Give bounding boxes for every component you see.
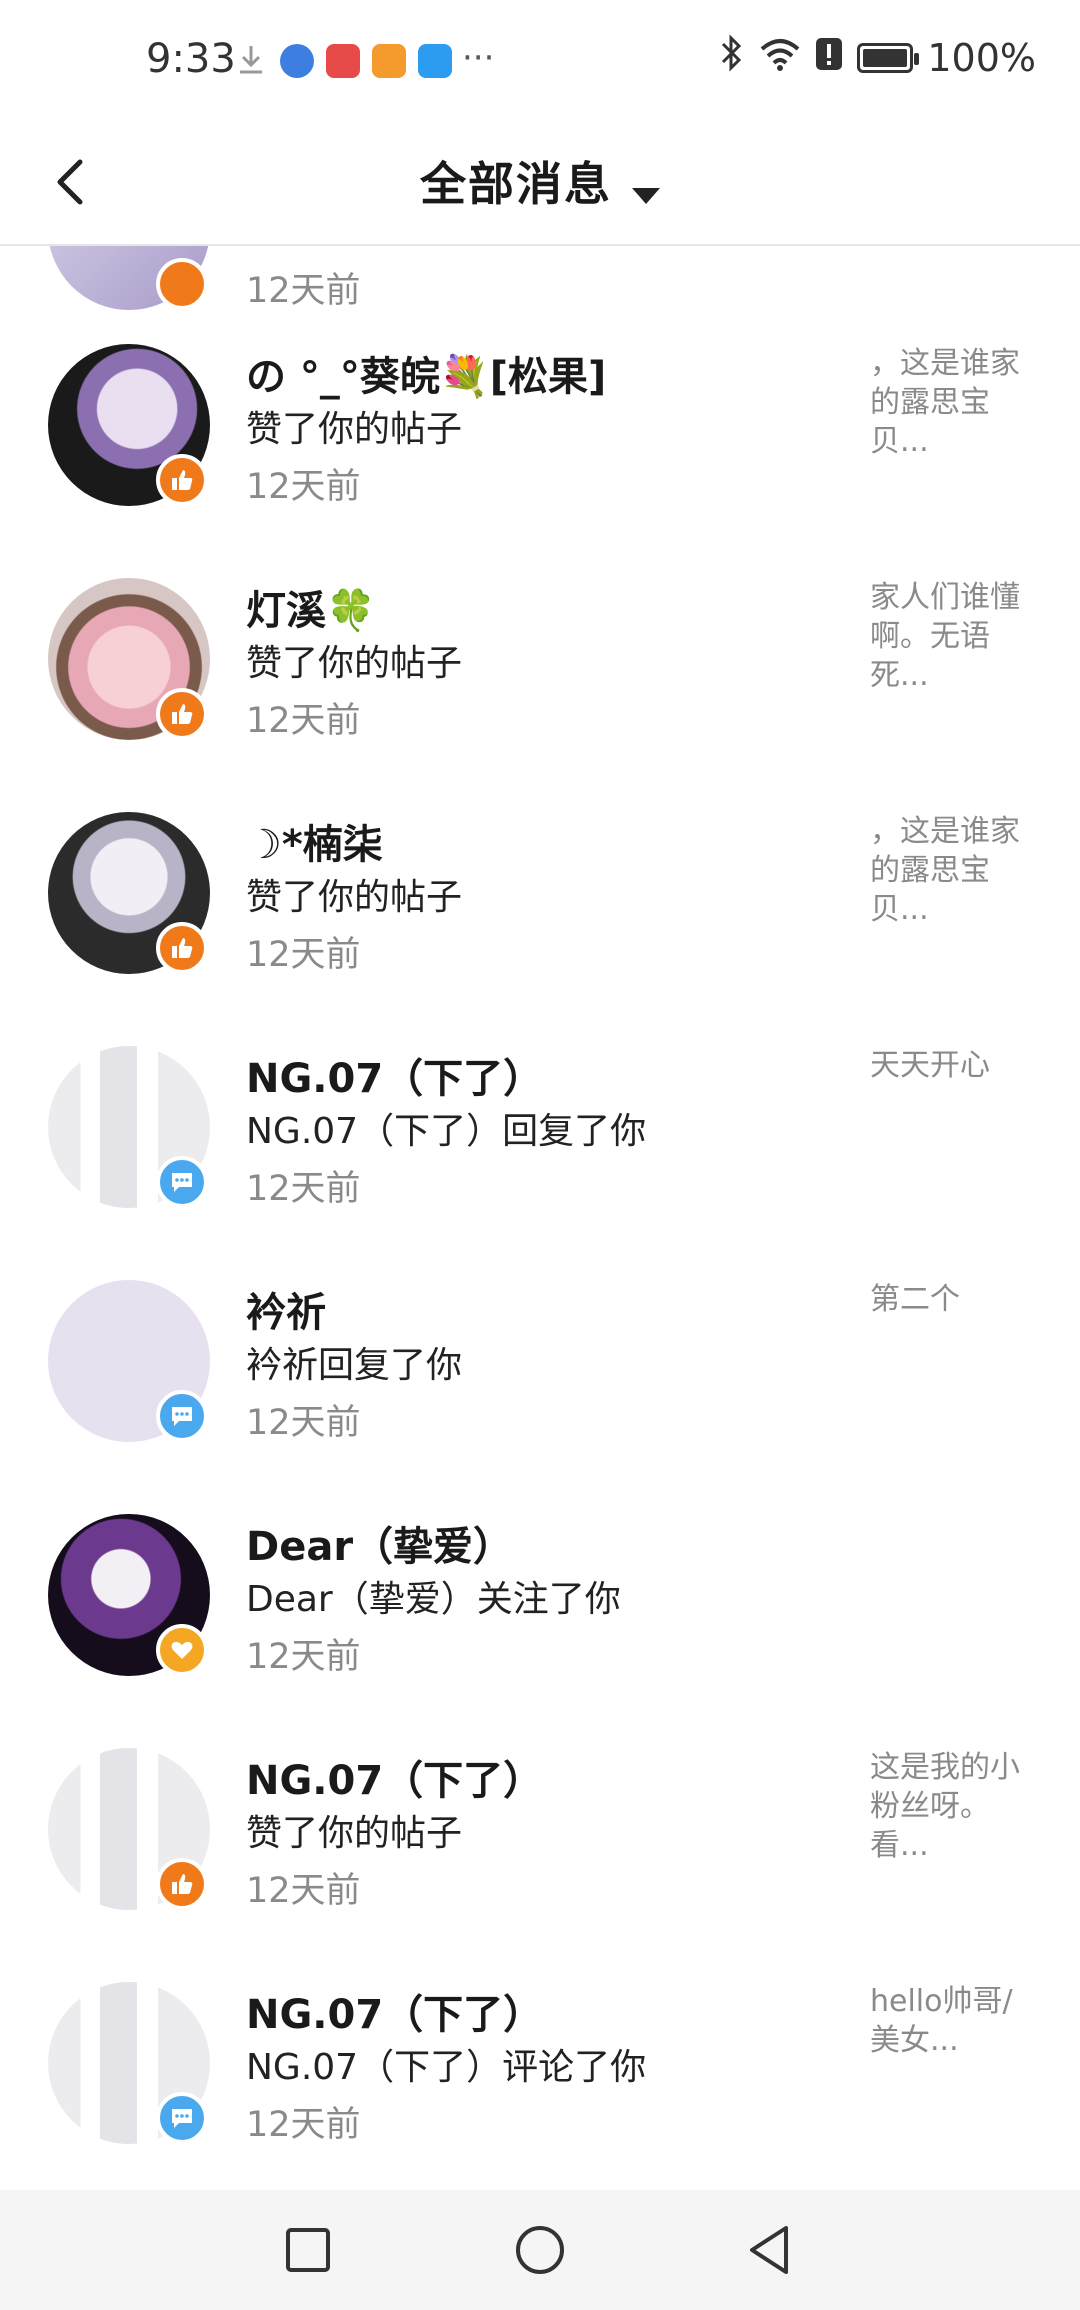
list-item[interactable]: 灯溪🍀 赞了你的帖子 12天前 家人们谁懂啊。无语死... <box>0 578 1080 812</box>
message-list[interactable]: 12天前 の °_°葵皖💐[松果] 赞了你的帖子 12天前 ，这是谁家的露思宝贝… <box>0 246 1080 2190</box>
sender-name: ☽*楠柒 <box>246 822 383 868</box>
list-item[interactable]: 衿祈 衿祈回复了你 12天前 第二个 <box>0 1280 1080 1514</box>
top-bar: 全部消息 <box>0 120 1080 246</box>
home-button[interactable] <box>510 2220 570 2280</box>
message-action: 赞了你的帖子 <box>246 643 463 684</box>
battery-icon <box>857 42 920 73</box>
message-action: 赞了你的帖子 <box>246 409 463 450</box>
alert-icon <box>815 36 843 80</box>
back-nav-button[interactable] <box>742 2220 802 2280</box>
sender-name: NG.07（下了） <box>246 1758 544 1804</box>
list-item[interactable]: の °_°葵皖💐[松果] 赞了你的帖子 12天前 ，这是谁家的露思宝贝... <box>0 344 1080 578</box>
circle-icon <box>510 2226 570 2284</box>
post-snippet: ，这是谁家的露思宝贝... <box>870 814 1020 927</box>
sender-name: Dear（挚爱） <box>246 1524 514 1570</box>
message-time: 12天前 <box>246 1637 361 1677</box>
list-item[interactable]: NG.07（下了） NG.07（下了）回复了你 12天前 天天开心 <box>0 1046 1080 1280</box>
sender-name: の °_°葵皖💐[松果] <box>246 354 607 400</box>
status-bar: 9:33 ··· 100% <box>0 0 1080 120</box>
notification-icons <box>234 42 452 80</box>
search-app-icon <box>418 44 452 78</box>
message-action: 赞了你的帖子 <box>246 1813 463 1854</box>
post-snippet: ，这是谁家的露思宝贝... <box>870 346 1020 459</box>
like-badge-icon <box>156 258 208 310</box>
more-notifications-icon: ··· <box>462 38 495 78</box>
message-action: 衿祈回复了你 <box>246 1345 463 1386</box>
like-badge-icon <box>156 922 208 974</box>
sender-name: 衿祈 <box>246 1290 326 1336</box>
browser-icon <box>280 44 314 78</box>
message-action: 赞了你的帖子 <box>246 877 463 918</box>
message-time: 12天前 <box>246 1403 361 1443</box>
download-icon <box>234 42 268 80</box>
bluetooth-icon <box>719 34 745 81</box>
post-snippet: hello帅哥/美女... <box>870 1984 1013 2058</box>
sender-name: 灯溪🍀 <box>246 588 376 634</box>
like-badge-icon <box>156 454 208 506</box>
message-time: 12天前 <box>246 1871 361 1911</box>
dropdown-caret-icon <box>632 187 660 204</box>
post-snippet: 天天开心 <box>870 1048 990 1083</box>
system-status: 100% <box>719 34 1036 81</box>
message-time: 12天前 <box>246 701 361 741</box>
like-badge-icon <box>156 688 208 740</box>
comment-badge-icon <box>156 1390 208 1442</box>
message-action: NG.07（下了）评论了你 <box>246 2047 647 2088</box>
comment-badge-icon <box>156 1156 208 1208</box>
message-time: 12天前 <box>246 935 361 975</box>
video-app-icon <box>372 44 406 78</box>
comment-badge-icon <box>156 2092 208 2144</box>
message-action: NG.07（下了）回复了你 <box>246 1111 647 1152</box>
list-item[interactable]: NG.07（下了） NG.07（下了）评论了你 12天前 hello帅哥/美女.… <box>0 1982 1080 2190</box>
message-time: 12天前 <box>246 1169 361 1209</box>
like-badge-icon <box>156 1858 208 1910</box>
message-time: 12天前 <box>246 271 361 311</box>
triangle-back-icon <box>742 2226 802 2284</box>
list-item[interactable]: NG.07（下了） 赞了你的帖子 12天前 这是我的小粉丝呀。看... <box>0 1748 1080 1982</box>
sender-name: NG.07（下了） <box>246 1992 544 2038</box>
post-snippet: 第二个 <box>870 1282 960 1317</box>
recent-apps-button[interactable] <box>278 2220 338 2280</box>
wifi-icon <box>759 36 801 80</box>
post-snippet: 这是我的小粉丝呀。看... <box>870 1750 1020 1863</box>
message-time: 12天前 <box>246 467 361 507</box>
square-icon <box>278 2228 338 2284</box>
status-time: 9:33 <box>146 36 236 82</box>
message-filter-dropdown[interactable]: 全部消息 <box>0 148 1080 214</box>
list-item[interactable]: ☽*楠柒 赞了你的帖子 12天前 ，这是谁家的露思宝贝... <box>0 812 1080 1046</box>
system-nav-bar <box>0 2190 1080 2310</box>
reader-app-icon <box>326 44 360 78</box>
message-time: 12天前 <box>246 2105 361 2145</box>
message-action: Dear（挚爱）关注了你 <box>246 1579 621 1620</box>
follow-heart-badge-icon <box>156 1624 208 1676</box>
list-item[interactable]: Dear（挚爱） Dear（挚爱）关注了你 12天前 <box>0 1514 1080 1748</box>
page-title: 全部消息 <box>420 157 612 211</box>
sender-name: NG.07（下了） <box>246 1056 544 1102</box>
battery-level: 100% <box>927 35 1036 80</box>
post-snippet: 家人们谁懂啊。无语死... <box>870 580 1020 693</box>
